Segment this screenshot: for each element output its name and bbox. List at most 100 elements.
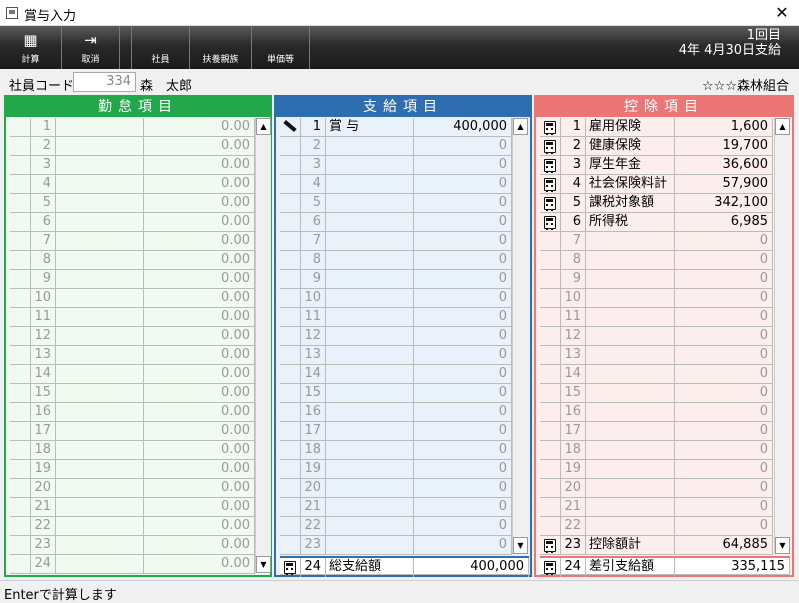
table-row[interactable]: 1 0.00	[10, 118, 255, 137]
item-amount[interactable]: 0.00	[144, 213, 255, 232]
item-name[interactable]	[326, 327, 414, 346]
item-name[interactable]: 所得税	[586, 213, 675, 232]
item-amount[interactable]: 0	[414, 175, 512, 194]
item-amount[interactable]: 0	[414, 327, 512, 346]
item-amount[interactable]: 0	[675, 422, 773, 441]
item-amount[interactable]: 342,100	[675, 194, 773, 213]
item-amount[interactable]: 0	[675, 441, 773, 460]
item-name[interactable]	[56, 232, 144, 251]
table-row[interactable]: 21 0	[540, 498, 773, 517]
scroll-up-icon[interactable]: ▲	[775, 118, 790, 135]
item-name[interactable]	[586, 365, 675, 384]
item-name[interactable]	[56, 175, 144, 194]
item-name[interactable]	[326, 479, 414, 498]
table-row[interactable]: 11 0.00	[10, 308, 255, 327]
item-amount[interactable]: 0	[675, 327, 773, 346]
item-amount[interactable]: 0	[414, 232, 512, 251]
table-row[interactable]: 22 0	[540, 517, 773, 536]
item-amount[interactable]: 0.00	[144, 498, 255, 517]
table-row[interactable]: 21 0.00	[10, 498, 255, 517]
employee-button[interactable]: 社員	[132, 26, 190, 69]
item-name[interactable]	[586, 327, 675, 346]
item-name[interactable]	[56, 118, 144, 137]
item-name[interactable]: 健康保険	[586, 137, 675, 156]
item-amount[interactable]: 0	[414, 137, 512, 156]
employee-code-field[interactable]: 334	[73, 72, 136, 92]
item-name[interactable]	[56, 289, 144, 308]
item-name[interactable]	[56, 384, 144, 403]
item-amount[interactable]: 0.00	[144, 289, 255, 308]
item-name[interactable]	[326, 270, 414, 289]
table-row[interactable]: 70	[280, 232, 512, 251]
item-name[interactable]	[56, 555, 144, 574]
unit-price-button[interactable]: 単価等	[252, 26, 310, 69]
item-amount[interactable]: 0	[414, 270, 512, 289]
table-row[interactable]: 14 0	[540, 365, 773, 384]
item-amount[interactable]: 0.00	[144, 194, 255, 213]
table-row[interactable]: 70	[540, 232, 773, 251]
item-amount[interactable]: 400,000	[414, 118, 512, 137]
item-amount[interactable]: 0	[414, 536, 512, 555]
item-amount[interactable]: 0.00	[144, 422, 255, 441]
table-row[interactable]: 3 0.00	[10, 156, 255, 175]
table-row[interactable]: 5 0.00	[10, 194, 255, 213]
table-row[interactable]: 4 社会保険料計 57,900	[540, 175, 773, 194]
item-name[interactable]	[326, 308, 414, 327]
item-amount[interactable]: 0	[675, 403, 773, 422]
item-name[interactable]	[326, 194, 414, 213]
item-name[interactable]	[326, 384, 414, 403]
item-name[interactable]	[326, 156, 414, 175]
table-row[interactable]: 16 0	[280, 403, 512, 422]
item-name[interactable]	[56, 213, 144, 232]
item-name[interactable]	[56, 270, 144, 289]
table-row[interactable]: 1賞 与 400,000	[280, 118, 512, 137]
table-row[interactable]: 17 0.00	[10, 422, 255, 441]
item-name[interactable]: 社会保険料計	[586, 175, 675, 194]
item-name[interactable]	[586, 422, 675, 441]
item-name[interactable]: 課税対象額	[586, 194, 675, 213]
table-row[interactable]: 1 雇用保険 1,600	[540, 118, 773, 137]
table-row[interactable]: 21 0	[280, 498, 512, 517]
item-amount[interactable]: 0	[414, 346, 512, 365]
item-name[interactable]	[56, 441, 144, 460]
item-name[interactable]	[326, 498, 414, 517]
item-name[interactable]: 控除額計	[586, 536, 675, 555]
table-row[interactable]: 23 0	[280, 536, 512, 555]
scroll-down-icon[interactable]: ▼	[256, 556, 271, 573]
item-amount[interactable]: 0	[414, 479, 512, 498]
item-name[interactable]	[326, 137, 414, 156]
item-name[interactable]	[586, 384, 675, 403]
item-name[interactable]	[586, 441, 675, 460]
item-name[interactable]	[586, 270, 675, 289]
item-amount[interactable]: 0	[414, 460, 512, 479]
table-row[interactable]: 19 0	[540, 460, 773, 479]
dependents-button[interactable]: 扶養親族	[190, 26, 252, 69]
item-name[interactable]	[56, 536, 144, 555]
item-name[interactable]	[56, 479, 144, 498]
item-name[interactable]	[326, 346, 414, 365]
scroll-up-icon[interactable]: ▲	[256, 118, 271, 135]
table-row[interactable]: 18 0	[280, 441, 512, 460]
item-name[interactable]	[56, 308, 144, 327]
table-row[interactable]: 20 0	[540, 479, 773, 498]
table-row[interactable]: 2 0.00	[10, 137, 255, 156]
table-row[interactable]: 17 0	[540, 422, 773, 441]
item-amount[interactable]: 0.00	[144, 365, 255, 384]
table-row[interactable]: 18 0	[540, 441, 773, 460]
table-row[interactable]: 12 0	[540, 327, 773, 346]
item-amount[interactable]: 0.00	[144, 232, 255, 251]
attendance-scrollbar[interactable]: ▲ ▼	[255, 118, 271, 573]
table-row[interactable]: 13 0	[280, 346, 512, 365]
table-row[interactable]: 14 0	[280, 365, 512, 384]
table-row[interactable]: 14 0.00	[10, 365, 255, 384]
item-amount[interactable]: 0	[414, 308, 512, 327]
table-row[interactable]: 6 所得税 6,985	[540, 213, 773, 232]
item-amount[interactable]: 0	[414, 441, 512, 460]
table-row[interactable]: 50	[280, 194, 512, 213]
item-name[interactable]	[586, 403, 675, 422]
item-amount[interactable]: 1,600	[675, 118, 773, 137]
table-row[interactable]: 22 0.00	[10, 517, 255, 536]
table-row[interactable]: 4 0.00	[10, 175, 255, 194]
table-row[interactable]: 23 0.00	[10, 536, 255, 555]
item-amount[interactable]: 0	[414, 156, 512, 175]
